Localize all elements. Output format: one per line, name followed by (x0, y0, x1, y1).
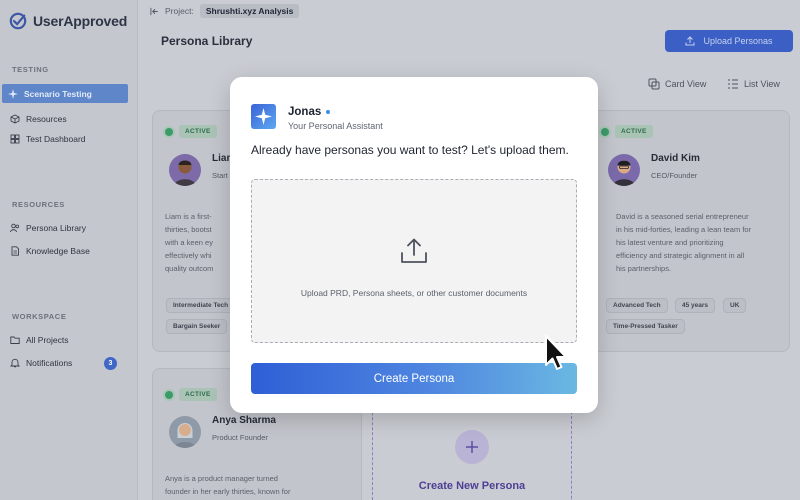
sparkle-icon (8, 88, 18, 99)
section-title-testing: TESTING (12, 65, 49, 74)
app-logo[interactable]: UserApproved (9, 12, 127, 30)
sidebar-item-label: Persona Library (26, 223, 87, 233)
avatar (169, 154, 201, 186)
status-badge: ACTIVE (179, 125, 217, 138)
mouse-cursor-icon (545, 335, 567, 370)
persona-status: ACTIVE (601, 125, 653, 138)
status-badge: ACTIVE (179, 388, 217, 401)
section-title-workspace: WORKSPACE (12, 312, 67, 321)
sidebar-item-label: Resources (26, 114, 67, 124)
sidebar-item-label: Knowledge Base (26, 246, 90, 256)
app-name: UserApproved (33, 13, 128, 29)
persona-description: David is a seasoned serial entrepreneur … (616, 212, 752, 273)
persona-tag: 45 years (675, 298, 716, 313)
persona-role: Start (212, 171, 228, 180)
upload-icon (401, 238, 427, 263)
sidebar-item-label: All Projects (26, 335, 69, 345)
persona-tag: Time-Pressed Tasker (606, 319, 685, 334)
persona-tag: Advanced Tech (606, 298, 668, 313)
add-persona-button[interactable] (455, 430, 489, 464)
assistant-name: Jonas (288, 106, 331, 118)
project-name-chip[interactable]: Shrushti.xyz Analysis (199, 4, 300, 18)
persona-tag: Bargain Seeker (166, 319, 228, 334)
avatar (608, 154, 640, 186)
section-title-resources: RESOURCES (12, 200, 65, 209)
list-view-icon (728, 79, 738, 89)
sidebar-item-scenario-testing[interactable]: Scenario Testing (2, 84, 128, 103)
persona-name: Anya Sharma (212, 415, 276, 426)
persona-role: CEO/Founder (651, 171, 698, 180)
list-view-toggle[interactable]: List View (727, 78, 780, 90)
persona-status: ACTIVE (165, 125, 217, 138)
sidebar-item-label: Test Dashboard (26, 134, 86, 144)
persona-tag: Intermediate Tech (166, 298, 236, 313)
status-dot (165, 390, 173, 399)
card-view-icon (648, 78, 660, 90)
dashboard-icon (10, 134, 20, 144)
status-dot (165, 127, 173, 136)
sidebar-item-notifications[interactable]: Notifications (10, 355, 72, 371)
persona-tag: UK (723, 298, 747, 313)
checkmark-logo-icon (9, 12, 27, 30)
notification-count-badge: 3 (104, 357, 117, 370)
sidebar-item-label: Notifications (26, 358, 73, 368)
upload-personas-label: Upload Personas (703, 36, 773, 46)
online-status-dot (326, 110, 331, 114)
cube-icon (10, 114, 20, 124)
create-new-persona-label[interactable]: Create New Persona (372, 480, 572, 492)
sidebar: UserApproved TESTING Scenario Testing Re… (0, 0, 138, 500)
file-dropzone[interactable]: Upload PRD, Persona sheets, or other cus… (251, 179, 577, 343)
topbar: Project: Shrushti.xyz Analysis (138, 0, 800, 22)
sidebar-item-knowledge-base[interactable]: Knowledge Base (10, 243, 90, 259)
persona-description: Liam is a first- thirties, bootst with a… (165, 212, 214, 273)
upload-icon (685, 36, 695, 46)
avatar (169, 416, 201, 448)
document-icon (11, 246, 19, 256)
assistant-avatar (251, 104, 276, 129)
bell-icon (10, 358, 20, 368)
users-icon (10, 223, 20, 233)
page-title: Persona Library (161, 34, 253, 48)
list-view-label: List View (744, 79, 780, 89)
persona-status: ACTIVE (165, 388, 217, 401)
status-dot (601, 127, 609, 136)
project-label: Project: (165, 6, 194, 16)
persona-name: David Kim (651, 153, 700, 164)
sidebar-item-label: Scenario Testing (24, 88, 92, 99)
sidebar-item-persona-library[interactable]: Persona Library (10, 220, 86, 236)
sidebar-item-all-projects[interactable]: All Projects (10, 332, 69, 348)
modal-prompt: Already have personas you want to test? … (251, 143, 569, 157)
persona-description: Anya is a product manager turned founder… (165, 474, 291, 496)
card-view-label: Card View (665, 79, 707, 89)
dropzone-text: Upload PRD, Persona sheets, or other cus… (300, 288, 528, 298)
status-badge: ACTIVE (615, 125, 653, 138)
sidebar-item-test-dashboard[interactable]: Test Dashboard (10, 131, 86, 147)
persona-role: Product Founder (212, 433, 268, 442)
sidebar-item-resources[interactable]: Resources (10, 111, 67, 127)
assistant-subtitle: Your Personal Assistant (288, 121, 383, 131)
plus-icon (466, 441, 478, 453)
folder-icon (10, 336, 20, 344)
create-persona-button[interactable]: Create Persona (251, 363, 577, 394)
upload-personas-button[interactable]: Upload Personas (665, 30, 793, 52)
card-view-toggle[interactable]: Card View (648, 78, 706, 90)
sparkle-icon (255, 108, 272, 125)
collapse-sidebar-icon[interactable] (150, 7, 159, 16)
